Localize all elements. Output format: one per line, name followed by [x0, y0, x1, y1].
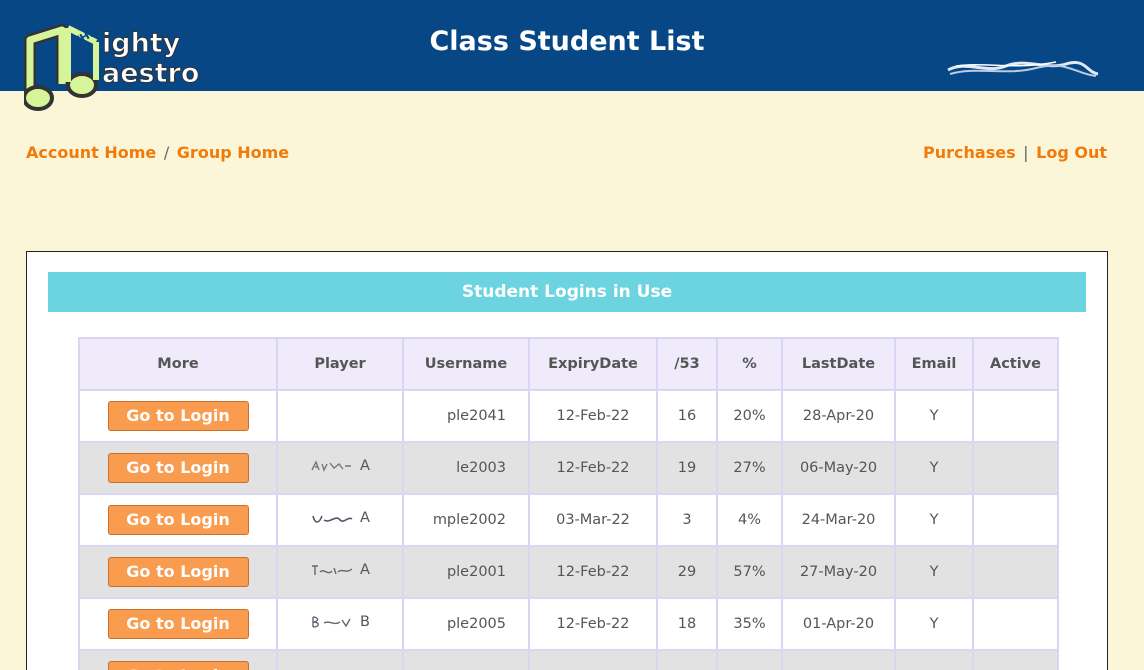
col-active[interactable]: Active — [972, 337, 1059, 391]
percent-cell: 4% — [716, 493, 783, 547]
last-date-cell — [781, 649, 896, 670]
table-row: Go to Login ple2041 12-Feb-22 16 20% 28-… — [78, 389, 1059, 443]
active-cell — [972, 649, 1059, 670]
expiry-cell: 12-Feb-22 — [528, 545, 658, 599]
email-cell — [894, 649, 974, 670]
more-cell: Go to Login — [78, 493, 278, 547]
active-cell — [972, 493, 1059, 547]
expiry-cell: 12-Feb-22 — [528, 597, 658, 651]
player-cell: B — [276, 597, 404, 651]
go-to-login-button[interactable]: Go to Login — [107, 661, 249, 670]
player-cell — [276, 389, 404, 443]
percent-cell: 20% — [716, 389, 783, 443]
player-cell: A — [276, 545, 404, 599]
email-cell: Y — [894, 545, 974, 599]
percent-cell: 35% — [716, 597, 783, 651]
expiry-cell: 12-Feb-22 — [528, 389, 658, 443]
score-cell: 18 — [656, 597, 718, 651]
last-date-cell: 01-Apr-20 — [781, 597, 896, 651]
table-row: Go to Login — [78, 649, 1059, 670]
breadcrumb: Account Home / Group Home — [26, 143, 289, 162]
table-row: Go to Login B ple2005 12-Feb-22 18 35% 0… — [78, 597, 1059, 651]
score-cell: 29 — [656, 545, 718, 599]
account-nav: Purchases | Log Out — [923, 143, 1107, 162]
player-cell: A — [276, 493, 404, 547]
col-score[interactable]: /53 — [656, 337, 718, 391]
student-logins-panel: Student Logins in Use More Player Userna… — [26, 251, 1108, 670]
table-row: Go to Login A mple2002 03-Mar-22 3 4% 24… — [78, 493, 1059, 547]
player-name-image — [311, 460, 352, 472]
col-more[interactable]: More — [78, 337, 278, 391]
col-username[interactable]: Username — [402, 337, 530, 391]
active-cell — [972, 389, 1059, 443]
table-header-row: More Player Username ExpiryDate /53 % La… — [78, 337, 1059, 391]
active-cell — [972, 545, 1059, 599]
last-date-cell: 28-Apr-20 — [781, 389, 896, 443]
email-cell: Y — [894, 389, 974, 443]
email-cell: Y — [894, 441, 974, 495]
email-cell: Y — [894, 597, 974, 651]
col-email[interactable]: Email — [894, 337, 974, 391]
username-cell: le2003 — [402, 441, 530, 495]
percent-cell: 57% — [716, 545, 783, 599]
go-to-login-button[interactable]: Go to Login — [107, 401, 249, 431]
table-row: Go to Login A le2003 12-Feb-22 19 27% 06… — [78, 441, 1059, 495]
more-cell: Go to Login — [78, 545, 278, 599]
last-date-cell: 24-Mar-20 — [781, 493, 896, 547]
go-to-login-button[interactable]: Go to Login — [107, 557, 249, 587]
more-cell: Go to Login — [78, 389, 278, 443]
go-to-login-button[interactable]: Go to Login — [107, 505, 249, 535]
score-cell: 16 — [656, 389, 718, 443]
more-cell: Go to Login — [78, 597, 278, 651]
last-date-cell: 27-May-20 — [781, 545, 896, 599]
nav-separator: | — [1023, 143, 1029, 162]
player-cell — [276, 649, 404, 670]
expiry-cell: 12-Feb-22 — [528, 441, 658, 495]
page-title: Class Student List — [429, 26, 705, 57]
player-name-image — [312, 565, 353, 575]
purchases-link[interactable]: Purchases — [923, 143, 1016, 162]
username-cell: mple2002 — [402, 493, 530, 547]
decorative-scribble — [947, 61, 1099, 77]
account-home-link[interactable]: Account Home — [26, 143, 156, 162]
player-name-image — [312, 515, 353, 523]
percent-cell: 27% — [716, 441, 783, 495]
player-cell: A — [276, 441, 404, 495]
score-cell: 3 — [656, 493, 718, 547]
go-to-login-button[interactable]: Go to Login — [107, 453, 249, 483]
percent-cell — [716, 649, 783, 670]
more-cell: Go to Login — [78, 441, 278, 495]
site-header: THE ighty aestro Class Student List — [0, 0, 1144, 111]
email-cell: Y — [894, 493, 974, 547]
active-cell — [972, 441, 1059, 495]
go-to-login-button[interactable]: Go to Login — [107, 609, 249, 639]
score-cell — [656, 649, 718, 670]
username-cell: ple2005 — [402, 597, 530, 651]
more-cell: Go to Login — [78, 649, 278, 670]
player-initial: A — [360, 510, 370, 526]
username-cell — [402, 649, 530, 670]
student-table: More Player Username ExpiryDate /53 % La… — [78, 337, 1059, 670]
col-last-date[interactable]: LastDate — [781, 337, 896, 391]
group-home-link[interactable]: Group Home — [177, 143, 289, 162]
player-name-image — [312, 616, 351, 628]
score-cell: 19 — [656, 441, 718, 495]
player-initial: B — [360, 614, 370, 630]
expiry-cell — [528, 649, 658, 670]
last-date-cell: 06-May-20 — [781, 441, 896, 495]
expiry-cell: 03-Mar-22 — [528, 493, 658, 547]
col-player[interactable]: Player — [276, 337, 404, 391]
username-cell: ple2001 — [402, 545, 530, 599]
player-initial: A — [360, 562, 370, 578]
active-cell — [972, 597, 1059, 651]
player-initial: A — [360, 458, 370, 474]
svg-text:aestro: aestro — [102, 58, 199, 89]
table-row: Go to Login A ple2001 12-Feb-22 29 57% 2… — [78, 545, 1059, 599]
log-out-link[interactable]: Log Out — [1036, 143, 1107, 162]
breadcrumb-separator: / — [163, 143, 170, 162]
section-title: Student Logins in Use — [48, 272, 1086, 312]
username-cell: ple2041 — [402, 389, 530, 443]
col-percent[interactable]: % — [716, 337, 783, 391]
col-expiry-date[interactable]: ExpiryDate — [528, 337, 658, 391]
